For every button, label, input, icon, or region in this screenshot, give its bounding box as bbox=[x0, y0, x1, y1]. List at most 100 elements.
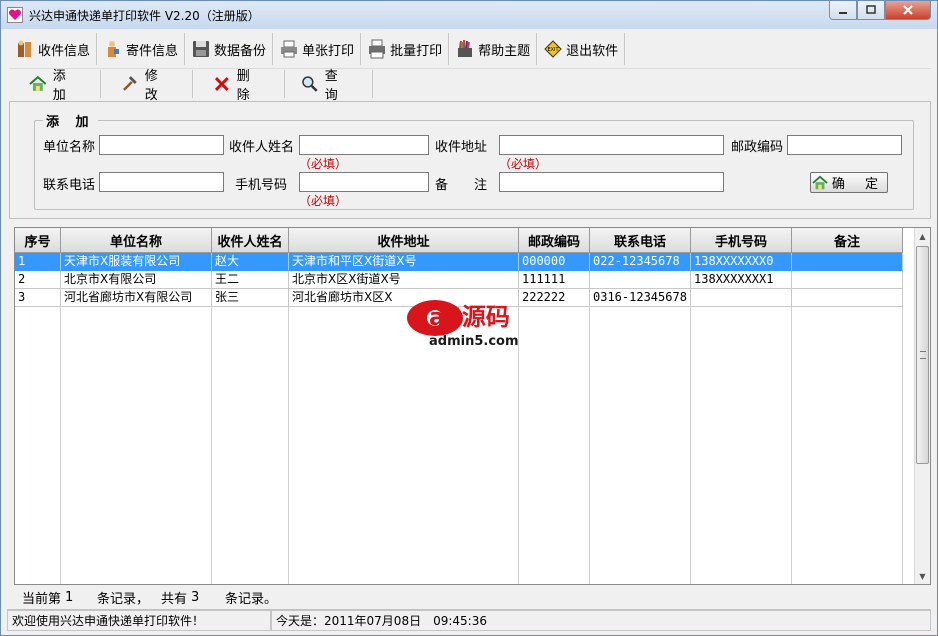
window-controls bbox=[829, 1, 931, 20]
toolbar-label: 退出软件 bbox=[566, 43, 619, 59]
minimize-button[interactable] bbox=[829, 1, 857, 20]
cell-index[interactable]: 1 bbox=[15, 253, 61, 271]
add-button[interactable]: 添 加 bbox=[9, 69, 101, 103]
toolbar-exit-button[interactable]: EXIT 退出软件 bbox=[537, 33, 626, 65]
cell-mobile[interactable]: 138XXXXXXX0 bbox=[691, 253, 792, 271]
cell-remark[interactable] bbox=[792, 289, 903, 307]
cell-mobile[interactable]: 138XXXXXXX1 bbox=[691, 271, 792, 289]
scroll-up-arrow-icon[interactable]: ▲ bbox=[915, 228, 930, 244]
delete-button[interactable]: 删 除 bbox=[193, 69, 285, 103]
record-suffix: 条记录， bbox=[97, 591, 150, 607]
cell-index[interactable]: 3 bbox=[15, 289, 61, 307]
scroll-down-arrow-icon[interactable]: ▼ bbox=[915, 568, 930, 584]
cell-postcode[interactable]: 000000 bbox=[519, 253, 590, 271]
record-info-bar: 当前第 1 条记录， 共有 3 条记录。 bbox=[14, 587, 931, 607]
company-input[interactable] bbox=[99, 135, 224, 155]
col-header-phone[interactable]: 联系电话 bbox=[590, 228, 691, 253]
mobile-label: 手机号码 bbox=[235, 178, 288, 193]
close-icon bbox=[903, 5, 913, 15]
toolbar-data-backup-button[interactable]: 数据备份 bbox=[185, 33, 274, 65]
toolbar-recipient-info-button[interactable]: 收件信息 bbox=[9, 33, 98, 65]
cell-company[interactable]: 河北省廊坊市X有限公司 bbox=[61, 289, 212, 307]
recipient-input[interactable] bbox=[299, 135, 429, 155]
hammer-icon bbox=[123, 75, 137, 91]
postcode-label: 邮政编码 bbox=[731, 140, 784, 155]
total-value: 3 bbox=[191, 589, 200, 605]
status-datetime: 今天是：2011年07月08日 09:45:36 bbox=[271, 610, 931, 631]
cell-index[interactable]: 2 bbox=[15, 271, 61, 289]
col-header-postcode[interactable]: 邮政编码 bbox=[519, 228, 590, 253]
remark-input[interactable] bbox=[499, 172, 724, 192]
col-header-remark[interactable]: 备注 bbox=[792, 228, 903, 253]
cell-recipient[interactable]: 张三 bbox=[212, 289, 289, 307]
current-record-label: 当前第 bbox=[22, 591, 62, 607]
toolbar-label: 批量打印 bbox=[390, 43, 443, 59]
exit-icon: EXIT bbox=[544, 40, 562, 58]
cell-phone[interactable] bbox=[590, 271, 691, 289]
status-bar: 欢迎使用兴达申通快递单打印软件！ 今天是：2011年07月08日 09:45:3… bbox=[7, 609, 931, 631]
table-row[interactable]: 1 天津市X服装有限公司 赵大 天津市和平区X街道X号 000000 022-1… bbox=[15, 253, 903, 271]
cell-company[interactable]: 天津市X服装有限公司 bbox=[61, 253, 212, 271]
phone-input[interactable] bbox=[99, 172, 224, 192]
maximize-icon bbox=[866, 5, 876, 14]
address-input[interactable] bbox=[499, 135, 724, 155]
company-label: 单位名称 bbox=[43, 140, 96, 155]
search-button[interactable]: 查 询 bbox=[285, 69, 373, 103]
scrollbar-grip-icon bbox=[920, 351, 926, 359]
app-heart-icon bbox=[7, 7, 23, 23]
toolbar-single-print-button[interactable]: 单张打印 bbox=[273, 33, 362, 65]
col-header-index[interactable]: 序号 bbox=[15, 228, 61, 253]
close-button[interactable] bbox=[885, 1, 931, 20]
col-header-address[interactable]: 收件地址 bbox=[289, 228, 519, 253]
groupbox-legend: 添 加 bbox=[43, 111, 98, 130]
title-bar[interactable]: 兴达申通快递单打印软件 V2.20（注册版） bbox=[1, 1, 937, 29]
watermark-domain: admin5.com bbox=[429, 334, 519, 347]
recipient-info-icon bbox=[18, 40, 31, 57]
col-header-recipient[interactable]: 收件人姓名 bbox=[212, 228, 289, 253]
main-window: 兴达申通快递单打印软件 V2.20（注册版） 收件信息 寄件信息 数据备份 单张… bbox=[0, 0, 938, 636]
cell-recipient[interactable]: 王二 bbox=[212, 271, 289, 289]
watermark-brand: a5源码 bbox=[429, 303, 510, 331]
batch-print-icon bbox=[369, 39, 386, 59]
records-grid[interactable]: 序号 单位名称 收件人姓名 收件地址 邮政编码 联系电话 手机号码 备注 1 天… bbox=[14, 227, 931, 585]
data-backup-icon bbox=[193, 41, 210, 57]
mobile-input[interactable] bbox=[299, 172, 429, 192]
toolbar-sender-info-button[interactable]: 寄件信息 bbox=[97, 33, 186, 65]
total-label: 共有 bbox=[161, 591, 188, 607]
cell-phone[interactable]: 022-12345678 bbox=[590, 253, 691, 271]
confirm-button[interactable]: 确 定 bbox=[810, 172, 888, 193]
toolbar-label: 单张打印 bbox=[302, 43, 355, 59]
address-required-note: （必填） bbox=[499, 157, 548, 171]
cell-phone[interactable]: 0316-12345678 bbox=[590, 289, 691, 307]
svg-text:EXIT: EXIT bbox=[548, 47, 560, 53]
single-print-icon bbox=[281, 40, 298, 58]
toolbar-help-button[interactable]: 帮助主题 bbox=[449, 33, 538, 65]
edit-button[interactable]: 修 改 bbox=[101, 69, 193, 103]
cell-postcode[interactable]: 111111 bbox=[519, 271, 590, 289]
maximize-button[interactable] bbox=[857, 1, 885, 20]
cell-remark[interactable] bbox=[792, 271, 903, 289]
cell-recipient[interactable]: 赵大 bbox=[212, 253, 289, 271]
main-toolbar: 收件信息 寄件信息 数据备份 单张打印 批量打印 帮助主题 EXIT 退出软件 bbox=[9, 32, 931, 66]
cell-mobile[interactable] bbox=[691, 289, 792, 307]
help-icon bbox=[458, 40, 473, 57]
cell-remark[interactable] bbox=[792, 253, 903, 271]
table-row[interactable]: 2 北京市X有限公司 王二 北京市X区X街道X号 111111 138XXXXX… bbox=[15, 271, 903, 289]
form-panel: 添 加 单位名称 收件人姓名 （必填） 收件地址 （必填） 邮政编码 联系电话 … bbox=[9, 101, 931, 219]
delete-x-icon bbox=[214, 76, 229, 91]
col-header-company[interactable]: 单位名称 bbox=[61, 228, 212, 253]
vertical-scrollbar[interactable]: ▲ ▼ bbox=[914, 228, 930, 584]
col-header-mobile[interactable]: 手机号码 bbox=[691, 228, 792, 253]
search-button-label: 查 询 bbox=[324, 68, 344, 103]
recipient-label: 收件人姓名 bbox=[229, 140, 295, 155]
total-suffix: 条记录。 bbox=[225, 591, 278, 607]
cell-company[interactable]: 北京市X有限公司 bbox=[61, 271, 212, 289]
watermark-logo: a5源码 admin5.com bbox=[407, 300, 519, 347]
scrollbar-thumb[interactable] bbox=[916, 246, 929, 464]
confirm-button-label: 确 定 bbox=[831, 177, 887, 192]
toolbar-batch-print-button[interactable]: 批量打印 bbox=[361, 33, 450, 65]
cell-address[interactable]: 北京市X区X街道X号 bbox=[289, 271, 519, 289]
home-icon bbox=[812, 175, 828, 189]
postcode-input[interactable] bbox=[787, 135, 902, 155]
cell-address[interactable]: 天津市和平区X街道X号 bbox=[289, 253, 519, 271]
